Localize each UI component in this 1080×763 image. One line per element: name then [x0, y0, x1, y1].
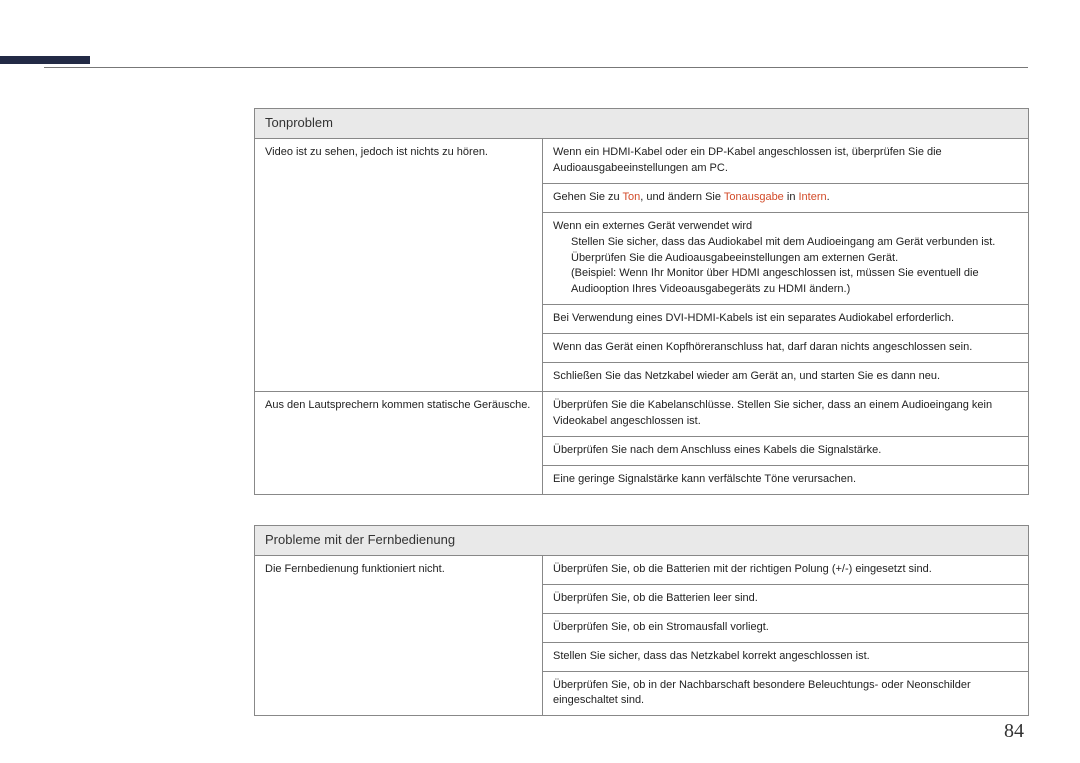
table-row: Probleme mit der Fernbedienung — [255, 525, 1029, 555]
spacer — [254, 495, 1028, 525]
text: Wenn ein externes Gerät verwendet wird — [553, 220, 752, 232]
section-header-tonproblem: Tonproblem — [255, 109, 1029, 139]
table-fernbedienung: Probleme mit der Fernbedienung Die Fernb… — [254, 525, 1029, 716]
highlight-ton: Ton — [623, 191, 641, 203]
highlight-intern: Intern — [799, 191, 827, 203]
solution-cell: Überprüfen Sie die Kabelanschlüsse. Stel… — [543, 392, 1029, 437]
solution-cell: Wenn ein HDMI-Kabel oder ein DP-Kabel an… — [543, 138, 1029, 183]
solution-cell: Schließen Sie das Netzkabel wieder am Ge… — [543, 363, 1029, 392]
problem-label: Video ist zu sehen, jedoch ist nichts zu… — [255, 138, 543, 391]
solution-cell: Gehen Sie zu Ton, und ändern Sie Tonausg… — [543, 183, 1029, 212]
top-rule — [44, 67, 1028, 68]
solution-cell: Überprüfen Sie, ob in der Nachbarschaft … — [543, 671, 1029, 716]
page-number: 84 — [1004, 720, 1024, 743]
solution-cell: Bei Verwendung eines DVI-HDMI-Kabels ist… — [543, 305, 1029, 334]
problem-label: Aus den Lautsprechern kommen statische G… — [255, 392, 543, 495]
solution-cell: Eine geringe Signalstärke kann verfälsch… — [543, 465, 1029, 494]
highlight-tonausgabe: Tonausgabe — [724, 191, 784, 203]
solution-cell: Überprüfen Sie nach dem Anschluss eines … — [543, 437, 1029, 466]
section-header-fernbedienung: Probleme mit der Fernbedienung — [255, 525, 1029, 555]
bullet-text: Stellen Sie sicher, dass das Audiokabel … — [553, 235, 1018, 251]
solution-cell: Wenn das Gerät einen Kopfhöreranschluss … — [543, 334, 1029, 363]
text: . — [827, 191, 830, 203]
table-row: Tonproblem — [255, 109, 1029, 139]
text: , und ändern Sie — [640, 191, 724, 203]
solution-cell: Überprüfen Sie, ob ein Stromausfall vorl… — [543, 613, 1029, 642]
table-row: Aus den Lautsprechern kommen statische G… — [255, 392, 1029, 437]
text: Gehen Sie zu — [553, 191, 623, 203]
bullet-note: (Beispiel: Wenn Ihr Monitor über HDMI an… — [553, 266, 1018, 298]
solution-cell: Wenn ein externes Gerät verwendet wird S… — [543, 212, 1029, 305]
table-tonproblem: Tonproblem Video ist zu sehen, jedoch is… — [254, 108, 1029, 495]
solution-cell: Überprüfen Sie, ob die Batterien mit der… — [543, 555, 1029, 584]
solution-cell: Überprüfen Sie, ob die Batterien leer si… — [543, 584, 1029, 613]
text: in — [784, 191, 799, 203]
accent-bar — [0, 56, 90, 64]
bullet-text: Überprüfen Sie die Audioausgabeeinstellu… — [553, 251, 1018, 267]
table-row: Video ist zu sehen, jedoch ist nichts zu… — [255, 138, 1029, 183]
page-root: Tonproblem Video ist zu sehen, jedoch is… — [0, 0, 1080, 763]
problem-label: Die Fernbedienung funktioniert nicht. — [255, 555, 543, 716]
solution-cell: Stellen Sie sicher, dass das Netzkabel k… — [543, 642, 1029, 671]
table-row: Die Fernbedienung funktioniert nicht. Üb… — [255, 555, 1029, 584]
content-area: Tonproblem Video ist zu sehen, jedoch is… — [254, 108, 1028, 716]
